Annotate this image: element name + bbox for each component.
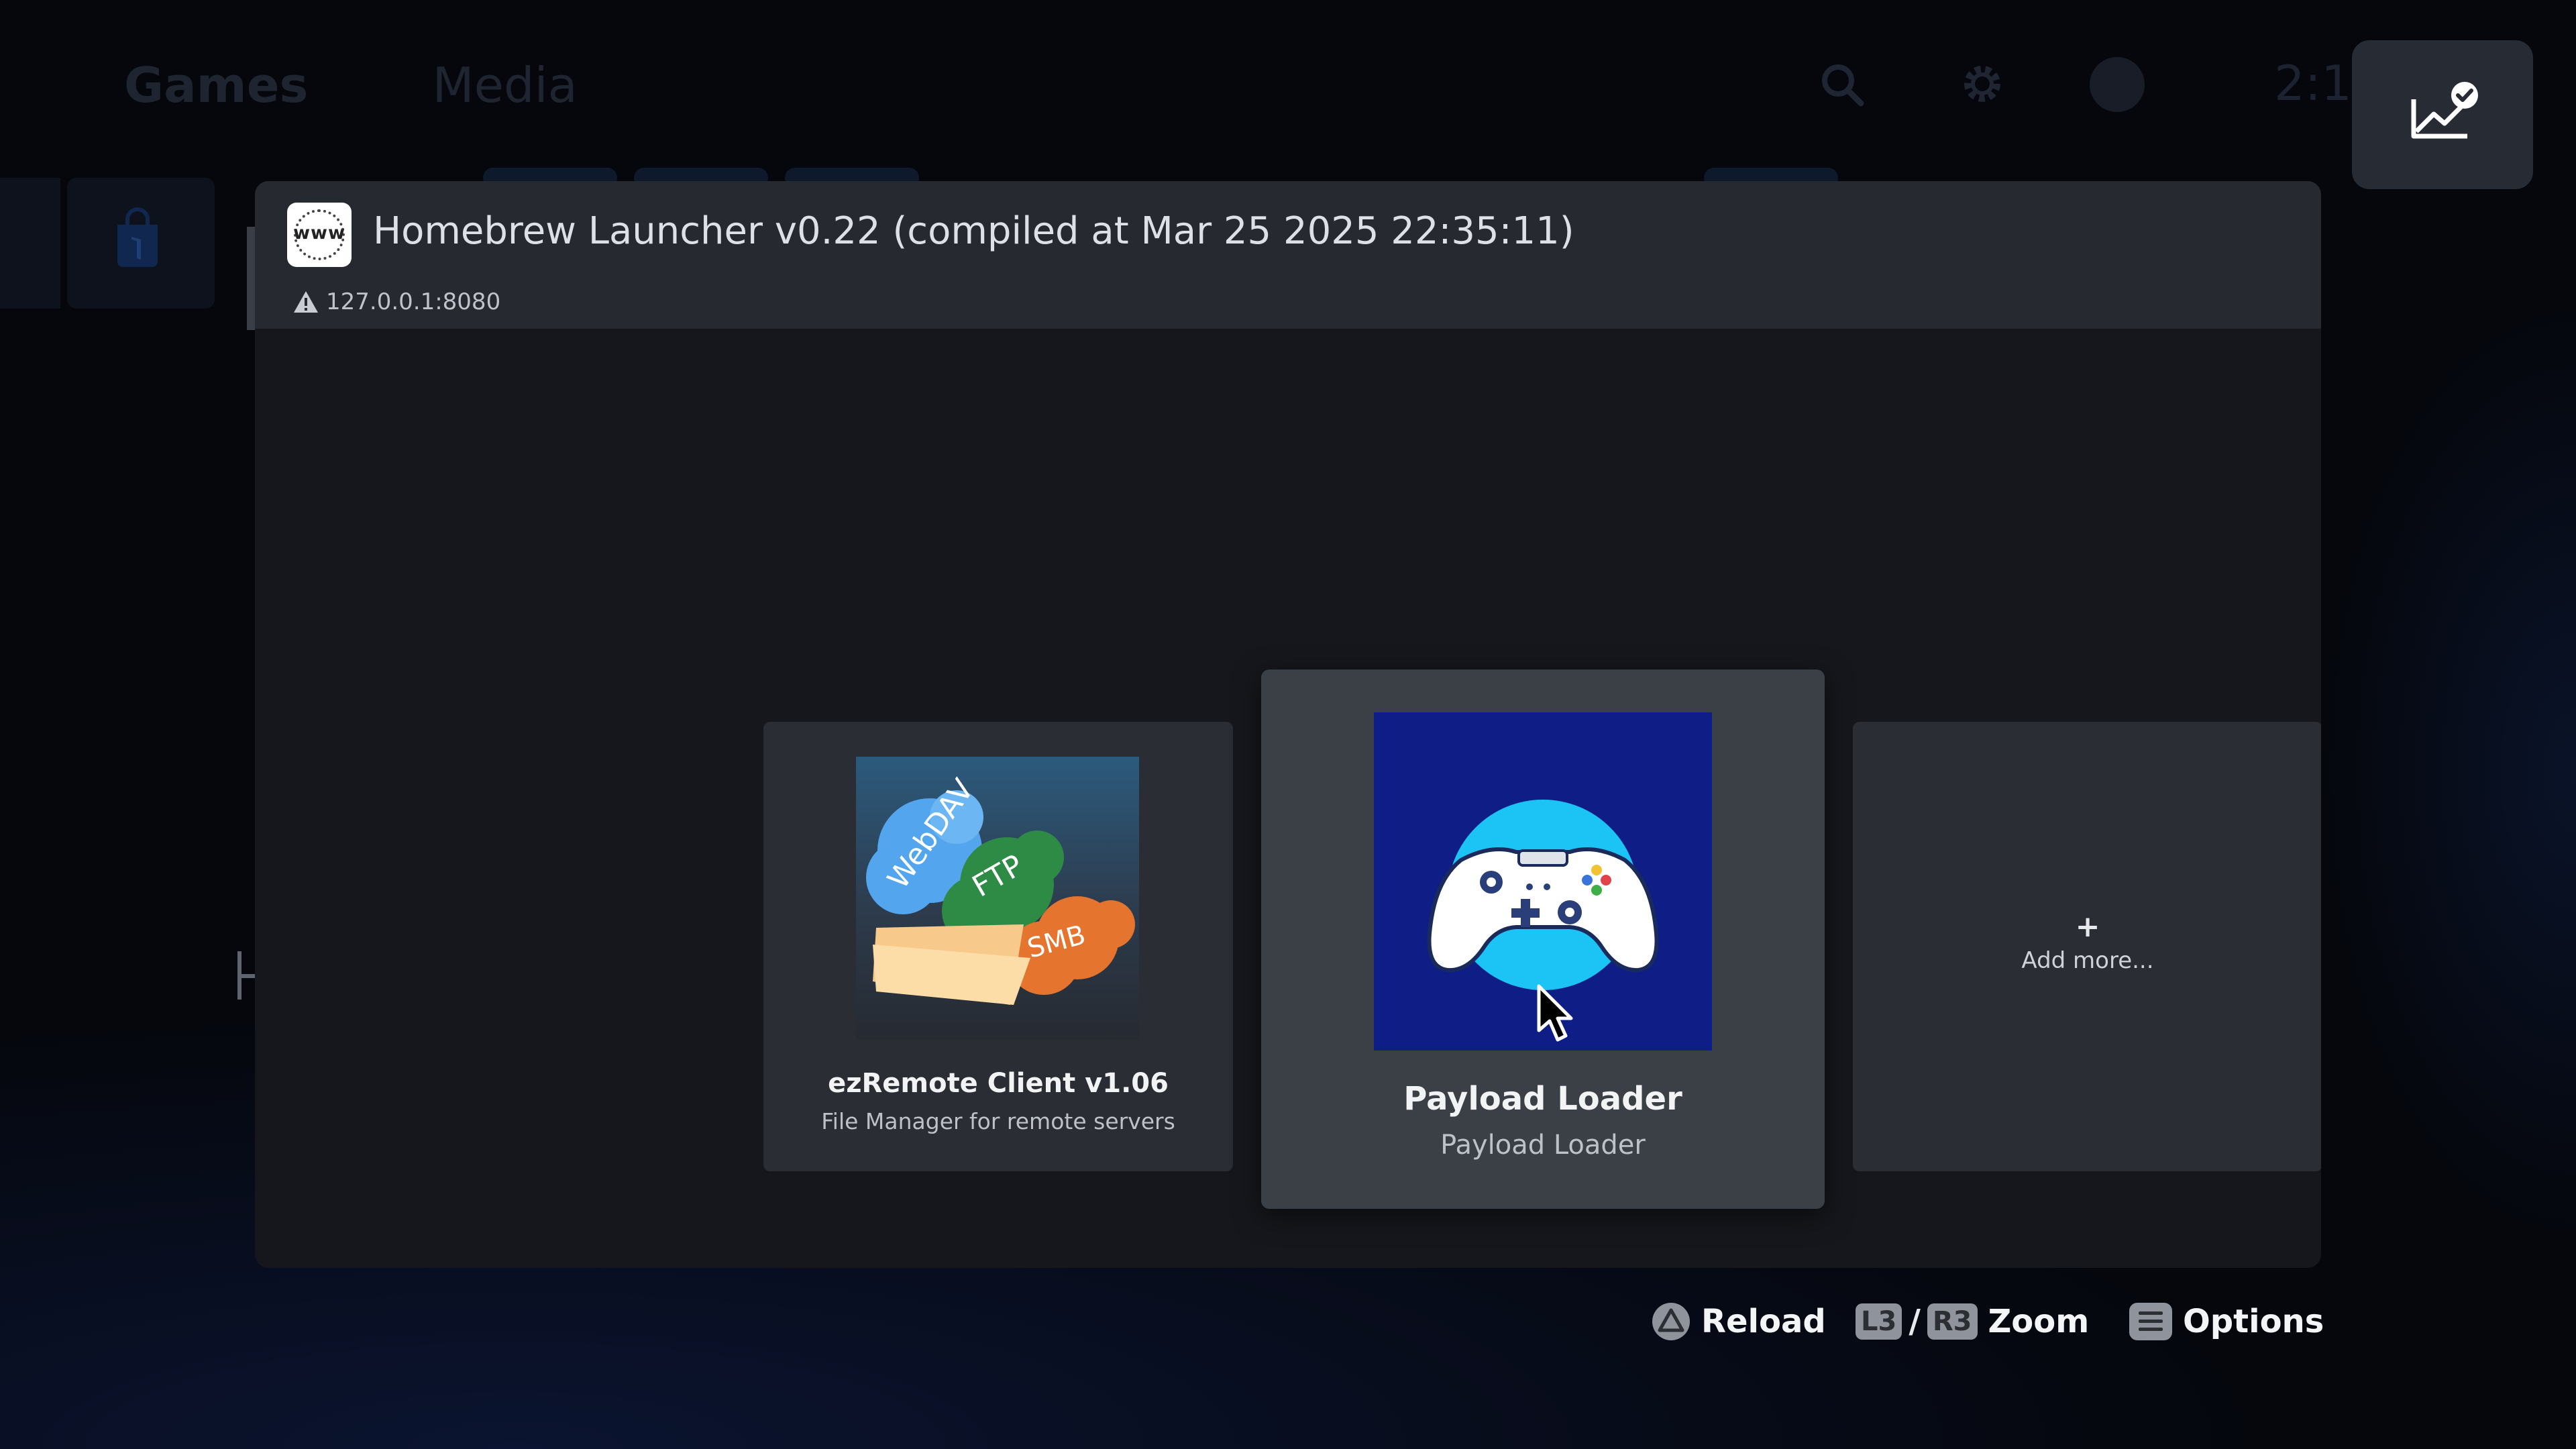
trend-check-icon [2411, 82, 2478, 139]
www-logo-text: www [293, 223, 345, 244]
panel-title: Homebrew Launcher v0.22 (compiled at Mar… [373, 209, 1574, 253]
cloud-folder-icon: WebDAV FTP SMB [866, 773, 1135, 1005]
app-title: Payload Loader [1403, 1080, 1682, 1118]
add-more-label: Add more... [2021, 947, 2154, 974]
clock: 2:1 [2274, 55, 2352, 111]
ezremote-app-icon: WebDAV FTP SMB [856, 757, 1139, 1040]
reload-label: Reload [1701, 1303, 1826, 1340]
nav-media[interactable]: Media [432, 57, 577, 113]
background-game-tile [0, 178, 60, 309]
address-row: 127.0.0.1:8080 [292, 288, 500, 315]
hint-zoom[interactable]: L3 / R3 Zoom [1856, 1295, 2089, 1348]
warning-icon [294, 291, 318, 313]
hint-reload[interactable]: Reload [1652, 1295, 1826, 1348]
l3-button-icon: L3 [1856, 1303, 1902, 1340]
hint-options[interactable]: Options [2129, 1295, 2324, 1348]
triangle-button-icon [1652, 1303, 1690, 1340]
options-label: Options [2183, 1303, 2324, 1340]
www-logo-icon: www [287, 203, 352, 267]
slash: / [1909, 1303, 1921, 1340]
home-nav: Games Media [124, 57, 685, 113]
app-subtitle: Payload Loader [1440, 1130, 1646, 1161]
background-glow-right [2321, 302, 2576, 1241]
app-card-ezremote[interactable]: WebDAV FTP SMB ezRemote Client v1.06 Fil… [763, 722, 1233, 1171]
mouse-pointer-icon [1537, 984, 1573, 1042]
network-status-button[interactable] [2352, 40, 2533, 189]
panel-edge [247, 227, 255, 330]
settings-gear-icon[interactable] [1959, 60, 2006, 107]
profile-avatar[interactable] [2090, 57, 2145, 112]
plus-icon: + [2075, 910, 2100, 944]
background-caret [237, 974, 256, 978]
r3-button-icon: R3 [1927, 1303, 1978, 1340]
app-card-payload-loader[interactable]: Payload Loader Payload Loader [1261, 669, 1825, 1209]
search-icon[interactable] [1818, 60, 1865, 107]
homebrew-launcher-panel: www Homebrew Launcher v0.22 (compiled at… [255, 181, 2321, 1268]
nav-games[interactable]: Games [124, 57, 308, 113]
playstation-store-icon [117, 207, 158, 267]
panel-header: www Homebrew Launcher v0.22 (compiled at… [255, 181, 2321, 329]
zoom-label: Zoom [1988, 1303, 2090, 1340]
options-button-icon [2129, 1303, 2172, 1340]
app-subtitle: File Manager for remote servers [821, 1108, 1175, 1134]
server-address: 127.0.0.1:8080 [326, 288, 501, 315]
add-more-card[interactable]: + Add more... [1853, 722, 2321, 1171]
app-title: ezRemote Client v1.06 [828, 1068, 1169, 1099]
